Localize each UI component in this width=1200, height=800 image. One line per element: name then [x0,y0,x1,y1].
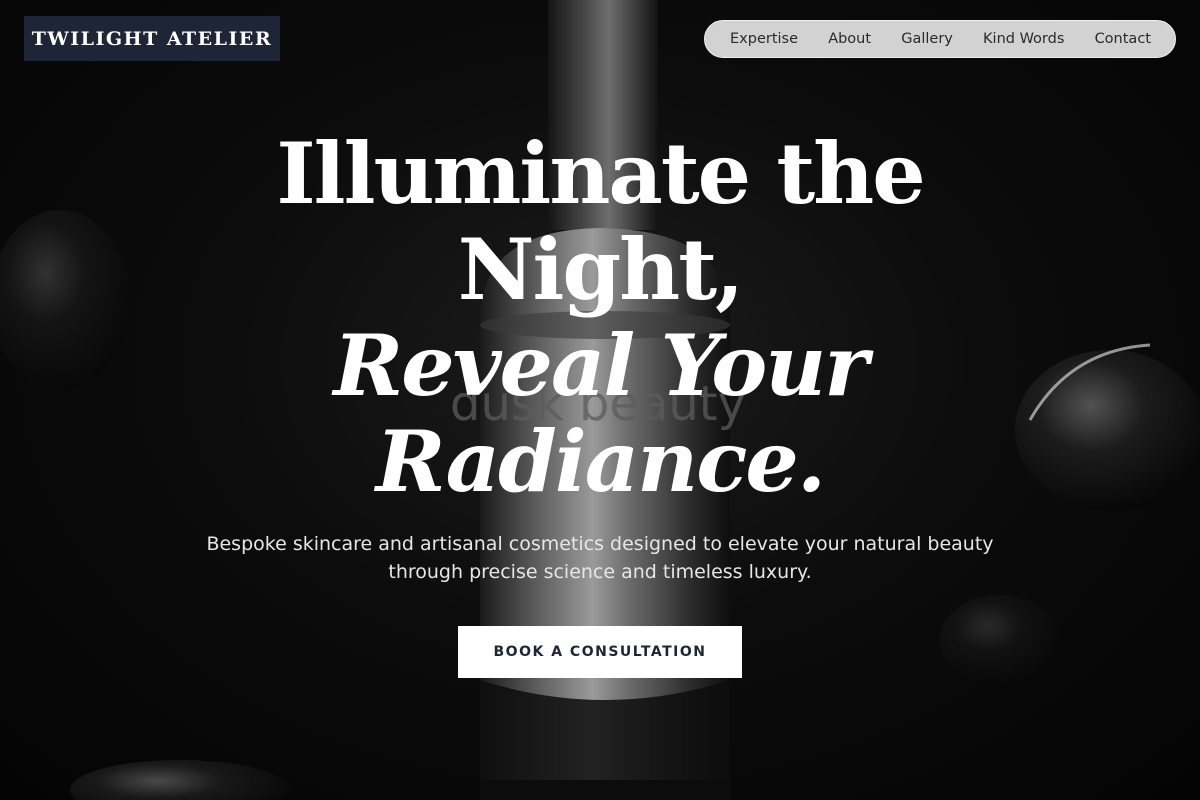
headline-line-1: Illuminate the [276,124,925,223]
subtitle-line-2: through precise science and timeless lux… [388,561,812,583]
hero-subtitle: Bespoke skincare and artisanal cosmetics… [160,530,1040,586]
hero-headline: Illuminate the Night, Reveal Your Radian… [150,126,1050,510]
nav-item-gallery[interactable]: Gallery [901,31,953,47]
nav-item-expertise[interactable]: Expertise [730,31,798,47]
nav-item-contact[interactable]: Contact [1095,31,1151,47]
headline-italic-line-2: Radiance. [375,412,826,511]
book-consultation-button[interactable]: BOOK A CONSULTATION [458,626,742,678]
main-nav: Expertise About Gallery Kind Words Conta… [704,20,1176,58]
subtitle-line-1: Bespoke skincare and artisanal cosmetics… [206,533,994,555]
brand-logo[interactable]: TWILIGHT ATELIER [24,16,280,61]
nav-item-kind-words[interactable]: Kind Words [983,31,1064,47]
headline-italic-line-1: Reveal Your [333,316,868,415]
nav-item-about[interactable]: About [828,31,871,47]
headline-line-2: Night, [457,220,745,319]
